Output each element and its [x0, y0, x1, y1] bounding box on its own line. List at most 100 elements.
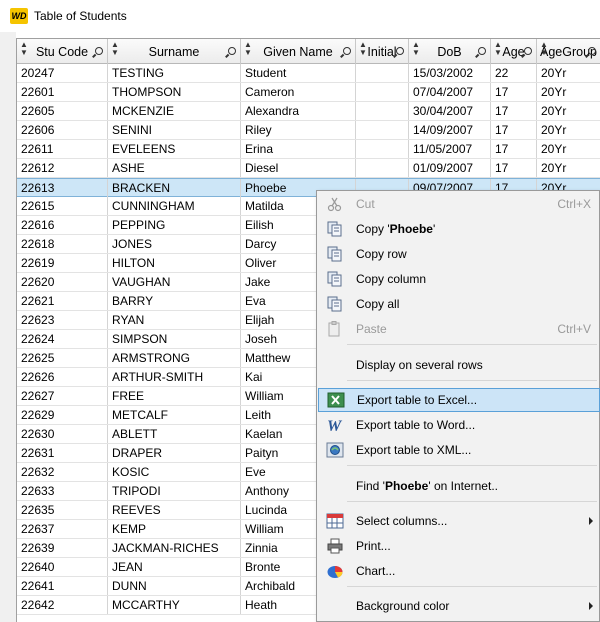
search-icon[interactable] — [343, 47, 351, 55]
table-cell[interactable]: EVELEENS — [108, 140, 241, 158]
table-cell[interactable]: KOSIC — [108, 463, 241, 481]
table-cell[interactable]: VAUGHAN — [108, 273, 241, 291]
table-cell[interactable]: TRIPODI — [108, 482, 241, 500]
sort-icon[interactable]: ▲ ▼ — [20, 41, 28, 57]
menu-item-select-columns[interactable]: Select columns... — [317, 509, 599, 533]
table-cell[interactable]: ABLETT — [108, 425, 241, 443]
table-cell[interactable]: 20Yr — [537, 121, 600, 139]
table-cell[interactable]: 22618 — [17, 235, 108, 253]
table-cell[interactable] — [356, 121, 409, 139]
table-cell[interactable]: 22639 — [17, 539, 108, 557]
table-cell[interactable]: 22641 — [17, 577, 108, 595]
table-cell[interactable]: FREE — [108, 387, 241, 405]
table-cell[interactable] — [356, 102, 409, 120]
search-icon[interactable] — [95, 47, 103, 55]
table-cell[interactable]: ARTHUR-SMITH — [108, 368, 241, 386]
table-cell[interactable]: KEMP — [108, 520, 241, 538]
table-cell[interactable] — [356, 140, 409, 158]
menu-item-print[interactable]: Print... — [317, 534, 599, 558]
table-cell[interactable]: Diesel — [241, 159, 356, 177]
sort-icon[interactable]: ▲ ▼ — [540, 41, 548, 57]
table-cell[interactable]: 20Yr — [537, 159, 600, 177]
menu-item-find-on-internet[interactable]: Find 'Phoebe' on Internet.. — [317, 474, 599, 498]
table-cell[interactable]: 22626 — [17, 368, 108, 386]
table-cell[interactable] — [356, 64, 409, 82]
table-cell[interactable]: Alexandra — [241, 102, 356, 120]
table-cell[interactable]: 30/04/2007 — [409, 102, 491, 120]
table-cell[interactable]: Student — [241, 64, 356, 82]
search-icon[interactable] — [396, 47, 404, 55]
menu-item-cut[interactable]: Cut Ctrl+X — [317, 192, 599, 216]
column-header[interactable]: ▲ ▼ AgeGroup — [537, 39, 600, 64]
table-cell[interactable]: BRACKEN — [108, 179, 241, 197]
table-row[interactable]: 20247 TESTING Student 15/03/2002 22 20Yr — [17, 64, 600, 83]
table-cell[interactable]: REEVES — [108, 501, 241, 519]
menu-item-copy-row[interactable]: Copy row — [317, 242, 599, 266]
table-cell[interactable]: PEPPING — [108, 216, 241, 234]
table-cell[interactable] — [356, 159, 409, 177]
search-icon[interactable] — [524, 47, 532, 55]
table-cell[interactable]: 22631 — [17, 444, 108, 462]
table-cell[interactable]: 17 — [491, 140, 537, 158]
table-cell[interactable]: 17 — [491, 102, 537, 120]
table-cell[interactable]: 17 — [491, 159, 537, 177]
table-cell[interactable]: 11/05/2007 — [409, 140, 491, 158]
menu-item-export-xml[interactable]: Export table to XML... — [317, 438, 599, 462]
sort-icon[interactable]: ▲ ▼ — [412, 41, 420, 57]
table-cell[interactable]: DUNN — [108, 577, 241, 595]
menu-item-chart[interactable]: Chart... — [317, 559, 599, 583]
table-row[interactable]: 22611 EVELEENS Erina 11/05/2007 17 20Yr — [17, 140, 600, 159]
menu-item-background-color[interactable]: Background color — [317, 594, 599, 618]
table-cell[interactable]: 22637 — [17, 520, 108, 538]
table-cell[interactable]: JACKMAN-RICHES — [108, 539, 241, 557]
sort-icon[interactable]: ▲ ▼ — [244, 41, 252, 57]
table-cell[interactable]: DRAPER — [108, 444, 241, 462]
column-header[interactable]: ▲ ▼ Age — [491, 39, 537, 64]
table-cell[interactable]: 20Yr — [537, 140, 600, 158]
table-cell[interactable]: 01/09/2007 — [409, 159, 491, 177]
menu-item-copy-column[interactable]: Copy column — [317, 267, 599, 291]
table-cell[interactable]: 22 — [491, 64, 537, 82]
table-cell[interactable]: 22640 — [17, 558, 108, 576]
sort-icon[interactable]: ▲ ▼ — [494, 41, 502, 57]
table-row[interactable]: 22605 MCKENZIE Alexandra 30/04/2007 17 20Yr — [17, 102, 600, 121]
table-cell[interactable]: 17 — [491, 121, 537, 139]
sort-icon[interactable]: ▲ ▼ — [111, 41, 119, 57]
table-cell[interactable]: CUNNINGHAM — [108, 197, 241, 215]
table-cell[interactable]: 22624 — [17, 330, 108, 348]
table-cell[interactable]: 22616 — [17, 216, 108, 234]
table-cell[interactable]: 17 — [491, 83, 537, 101]
table-cell[interactable]: ARMSTRONG — [108, 349, 241, 367]
table-cell[interactable]: 22635 — [17, 501, 108, 519]
table-cell[interactable]: SENINI — [108, 121, 241, 139]
table-cell[interactable]: 22630 — [17, 425, 108, 443]
menu-item-paste[interactable]: Paste Ctrl+V — [317, 317, 599, 341]
table-row[interactable]: 22601 THOMPSON Cameron 07/04/2007 17 20Yr — [17, 83, 600, 102]
table-cell[interactable]: 15/03/2002 — [409, 64, 491, 82]
table-cell[interactable]: RYAN — [108, 311, 241, 329]
table-cell[interactable]: HILTON — [108, 254, 241, 272]
table-cell[interactable]: 14/09/2007 — [409, 121, 491, 139]
table-cell[interactable]: Cameron — [241, 83, 356, 101]
menu-item-copy-value[interactable]: Copy 'Phoebe' — [317, 217, 599, 241]
column-header[interactable]: ▲ ▼ DoB — [409, 39, 491, 64]
table-cell[interactable]: THOMPSON — [108, 83, 241, 101]
table-cell[interactable]: 22623 — [17, 311, 108, 329]
search-icon[interactable] — [478, 47, 486, 55]
table-cell[interactable]: 22605 — [17, 102, 108, 120]
table-cell[interactable]: 22633 — [17, 482, 108, 500]
column-header[interactable]: ▲ ▼ Surname — [108, 39, 241, 64]
table-cell[interactable]: BARRY — [108, 292, 241, 310]
search-icon[interactable] — [588, 47, 596, 55]
table-cell[interactable]: 22601 — [17, 83, 108, 101]
menu-item-display-several-rows[interactable]: Display on several rows — [317, 353, 599, 377]
table-cell[interactable]: SIMPSON — [108, 330, 241, 348]
column-header[interactable]: ▲ ▼ Given Name — [241, 39, 356, 64]
table-cell[interactable]: 22625 — [17, 349, 108, 367]
table-cell[interactable]: 22620 — [17, 273, 108, 291]
table-cell[interactable]: MCKENZIE — [108, 102, 241, 120]
table-cell[interactable]: MCCARTHY — [108, 596, 241, 614]
table-cell[interactable] — [356, 83, 409, 101]
table-cell[interactable]: 22615 — [17, 197, 108, 215]
column-header[interactable]: ▲ ▼ Initial — [356, 39, 409, 64]
